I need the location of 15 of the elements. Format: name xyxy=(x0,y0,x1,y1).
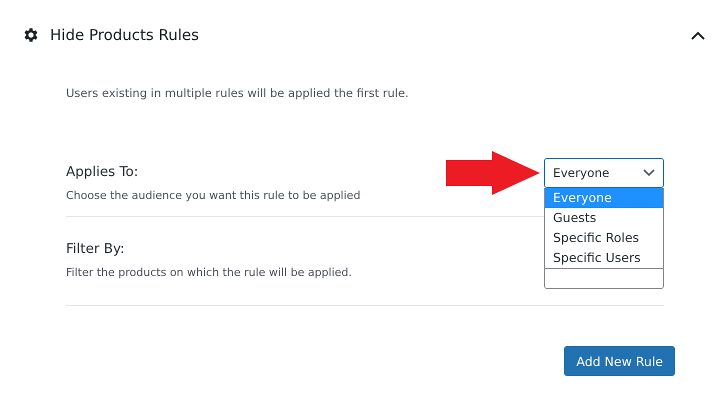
dropdown-option[interactable]: Specific Users xyxy=(545,248,663,268)
collapse-caret-icon[interactable] xyxy=(691,30,705,40)
add-rule-button[interactable]: Add New Rule xyxy=(564,346,675,376)
notice-text: Users existing in multiple rules will be applied the first rule. xyxy=(66,86,410,102)
section-description: Filter the products on which the rule will be applied. xyxy=(66,266,352,279)
section-title: Filter By: xyxy=(66,241,126,257)
dropdown-option[interactable]: Specific Roles xyxy=(545,228,663,248)
panel-title: Hide Products Rules xyxy=(50,26,200,44)
audience-select[interactable]: Everyone xyxy=(544,158,664,188)
section-description: Choose the audience you want this rule to be applied xyxy=(66,189,360,202)
dropdown-option[interactable]: Guests xyxy=(545,208,663,228)
chevron-icon xyxy=(643,169,655,177)
arrow-icon xyxy=(446,151,540,195)
section-title: Applies To: xyxy=(66,164,140,180)
settings-icon xyxy=(22,26,40,44)
